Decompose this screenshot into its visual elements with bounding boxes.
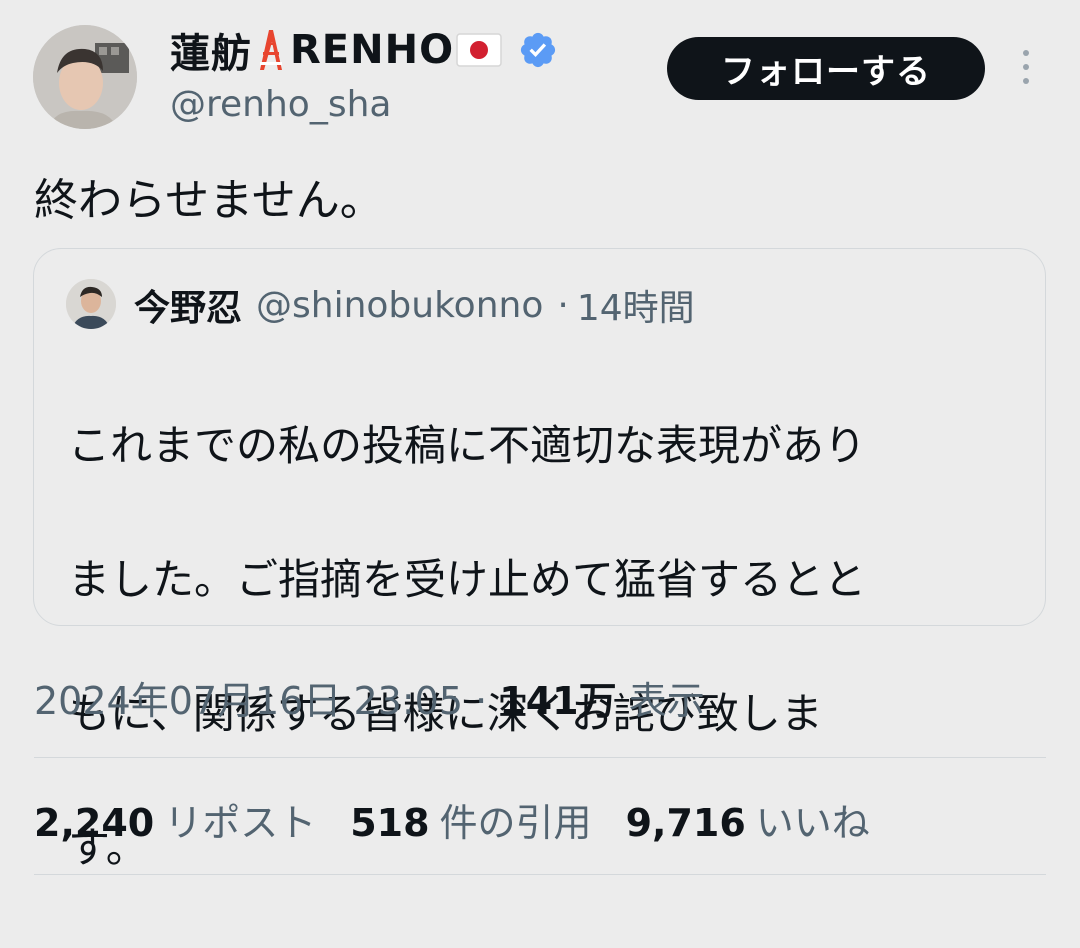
quoted-text-line: ました。ご指摘を受け止めて猛省するとと <box>68 555 867 604</box>
likes-label: いいね <box>755 801 870 845</box>
tokyo-tower-icon <box>254 28 288 72</box>
likes-stat[interactable]: 9,716 いいね <box>626 792 870 847</box>
dot <box>1023 50 1029 56</box>
follow-button[interactable]: フォローする <box>667 37 985 100</box>
likes-count: 9,716 <box>625 801 746 845</box>
divider <box>34 757 1046 758</box>
author-name-row[interactable]: 蓮舫 RENHO <box>170 22 558 78</box>
quoted-header: 今野忍 @shinobukonno · 14時間 <box>134 277 695 333</box>
views-count: 141万 <box>499 679 617 723</box>
verified-badge-icon[interactable] <box>518 30 558 70</box>
author-display-name[interactable]: 蓮舫 <box>170 21 252 79</box>
quoted-time[interactable]: 14時間 <box>577 279 695 331</box>
quotes-stat[interactable]: 518 件の引用 <box>350 792 591 847</box>
engagement-stats: 2,240 リポスト 518 件の引用 9,716 いいね <box>34 792 870 847</box>
dot <box>1023 78 1029 84</box>
divider <box>34 874 1046 875</box>
tweet-text: 終わらせません。 <box>34 175 384 226</box>
author-avatar[interactable] <box>33 25 137 129</box>
tweet-meta: 2024年07月16日 23:05 · 141万 表示 <box>34 670 705 725</box>
quoted-separator: · <box>557 284 569 326</box>
views-label: 表示 <box>628 679 705 723</box>
author-handle[interactable]: @renho_sha <box>170 84 391 125</box>
quoted-tweet-card[interactable]: 今野忍 @shinobukonno · 14時間 これまでの私の投稿に不適切な表… <box>33 248 1046 872</box>
quoted-author-avatar[interactable] <box>66 279 116 329</box>
reposts-label: リポスト <box>164 801 317 845</box>
quoted-text-line: これまでの私の投稿に不適切な表現があり <box>68 421 867 470</box>
japan-flag-icon <box>456 33 502 67</box>
dot <box>1023 64 1029 70</box>
quoted-author-handle[interactable]: @shinobukonno <box>256 285 543 326</box>
quoted-author-name[interactable]: 今野忍 <box>134 279 242 331</box>
meta-separator: · <box>475 679 488 723</box>
author-display-name-suffix[interactable]: RENHO <box>290 27 454 73</box>
quotes-label: 件の引用 <box>439 801 592 845</box>
quoted-tweet-text: これまでの私の投稿に不適切な表現があり ました。ご指摘を受け止めて猛省するとと … <box>68 345 1008 948</box>
tweet-timestamp[interactable]: 2024年07月16日 23:05 <box>34 679 463 723</box>
quotes-count: 518 <box>350 801 430 845</box>
reposts-stat[interactable]: 2,240 リポスト <box>34 792 316 847</box>
more-options-icon[interactable] <box>1018 50 1034 84</box>
reposts-count: 2,240 <box>34 801 155 845</box>
